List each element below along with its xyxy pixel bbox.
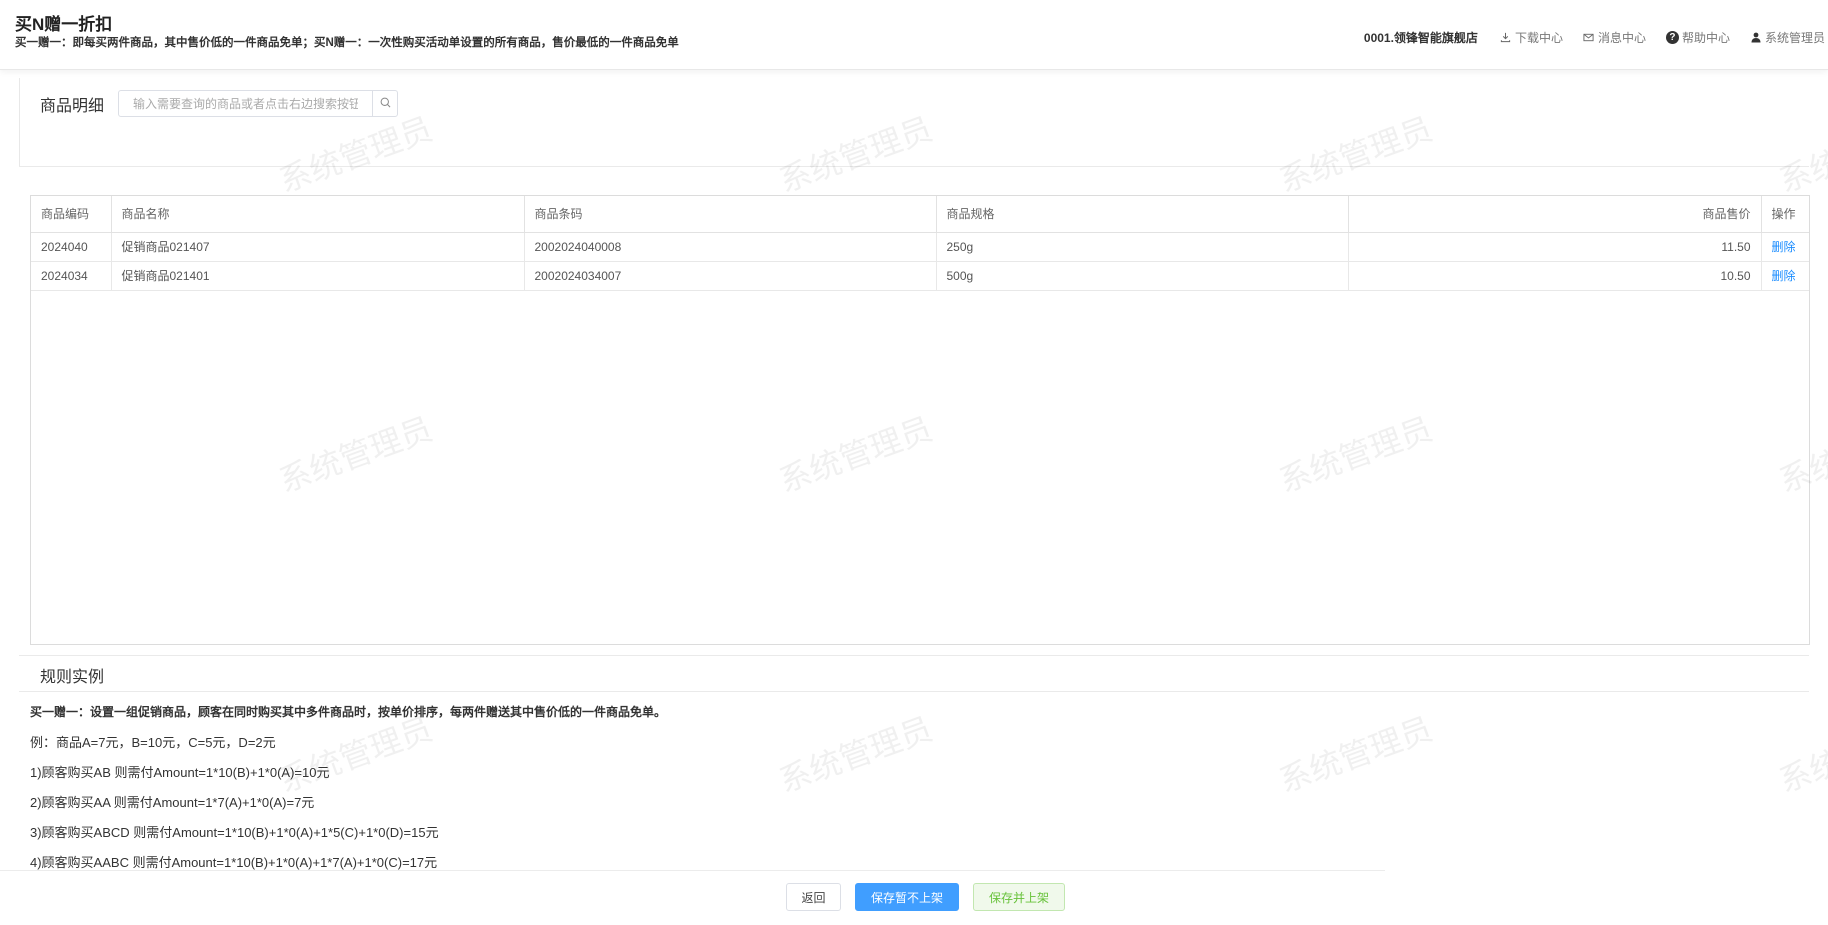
cell-barcode: 2002024034007 [524,261,937,291]
rule-example: 例：商品A=7元，B=10元，C=5元，D=2元 [30,735,276,750]
cell-spec: 500g [936,261,1349,291]
watermark: 系统管理员 [774,709,938,801]
watermark: 系统管理员 [1274,709,1438,801]
user-menu[interactable]: 系统管理员 [1750,29,1825,46]
watermark: 系统管理员 [1274,109,1438,201]
help-center-label: 帮助中心 [1681,31,1730,45]
section-divider [19,655,1809,656]
footer-divider [0,870,1385,871]
cell-code: 2024040 [31,232,112,262]
watermark: 系统管理员 [1774,109,1828,201]
product-section-title: 商品明细 [40,98,105,115]
cell-spec: 250g [936,232,1349,262]
delete-link[interactable]: 删除 [1772,240,1796,254]
section-divider [19,166,1809,167]
download-icon [1500,32,1512,44]
save-publish-button[interactable]: 保存并上架 [973,883,1065,911]
delete-link[interactable]: 删除 [1772,269,1796,283]
page-header: 买N赠一折扣 买一赠一：即每买两件商品，其中售价低的一件商品免单；买N赠一：一次… [0,0,1828,70]
col-header-name: 商品名称 [111,196,525,233]
page-title: 买N赠一折扣 [15,15,113,34]
rule-case: 2)顾客购买AA 则需付Amount=1*7(A)+1*0(A)=7元 [30,795,315,810]
col-header-price: 商品售价 [1348,196,1762,233]
product-search [118,90,398,117]
search-icon [380,95,391,113]
cell-price: 10.50 [1348,261,1762,291]
download-center-link[interactable]: 下载中心 [1500,29,1563,46]
cell-barcode: 2002024040008 [524,232,937,262]
store-name[interactable]: 0001.领锋智能旗舰店 [1364,29,1478,46]
product-search-input[interactable] [119,91,372,116]
page-description: 买一赠一：即每买两件商品，其中售价低的一件商品免单；买N赠一：一次性购买活动单设… [15,37,679,49]
rule-case: 3)顾客购买ABCD 则需付Amount=1*10(B)+1*0(A)+1*5(… [30,825,439,840]
envelope-icon [1583,32,1595,44]
watermark: 系统管理员 [274,109,438,201]
user-icon [1750,32,1762,44]
rule-case: 4)顾客购买AABC 则需付Amount=1*10(B)+1*0(A)+1*7(… [30,855,438,870]
back-button[interactable]: 返回 [786,883,841,911]
col-header-code: 商品编码 [31,196,112,233]
table-row: 2024040 促销商品021407 2002024040008 250g 11… [31,232,1809,262]
section-divider [19,691,1809,692]
col-header-spec: 商品规格 [936,196,1349,233]
rules-section-title: 规则实例 [40,669,105,686]
user-name: 系统管理员 [1764,31,1825,45]
search-button[interactable] [372,91,397,116]
rule-summary: 买一赠一：设置一组促销商品，顾客在同时购买其中多件商品时，按单价排序，每两件赠送… [30,705,667,719]
rule-case: 1)顾客购买AB 则需付Amount=1*10(B)+1*0(A)=10元 [30,765,330,780]
col-header-action: 操作 [1761,196,1809,233]
message-center-link[interactable]: 消息中心 [1583,29,1646,46]
header-toolbar: 0001.领锋智能旗舰店 下载中心 消息中心 ? 帮助中心 系统管理员 [1364,29,1825,46]
watermark: 系统管理员 [774,109,938,201]
panel-left-border [19,78,20,166]
product-table: 商品编码 商品名称 商品条码 商品规格 商品售价 操作 2024040 促销商品… [30,195,1810,645]
question-circle-icon: ? [1665,31,1679,44]
message-center-label: 消息中心 [1597,31,1646,45]
help-center-link[interactable]: ? 帮助中心 [1665,29,1730,46]
download-center-label: 下载中心 [1514,31,1563,45]
table-header-row: 商品编码 商品名称 商品条码 商品规格 商品售价 操作 [31,196,1809,233]
table-row: 2024034 促销商品021401 2002024034007 500g 10… [31,261,1809,291]
col-header-barcode: 商品条码 [524,196,937,233]
watermark: 系统管理员 [1774,709,1828,801]
save-draft-button[interactable]: 保存暂不上架 [855,883,959,911]
cell-price: 11.50 [1348,232,1762,262]
cell-name: 促销商品021407 [111,232,525,262]
cell-name: 促销商品021401 [111,261,525,291]
cell-code: 2024034 [31,261,112,291]
